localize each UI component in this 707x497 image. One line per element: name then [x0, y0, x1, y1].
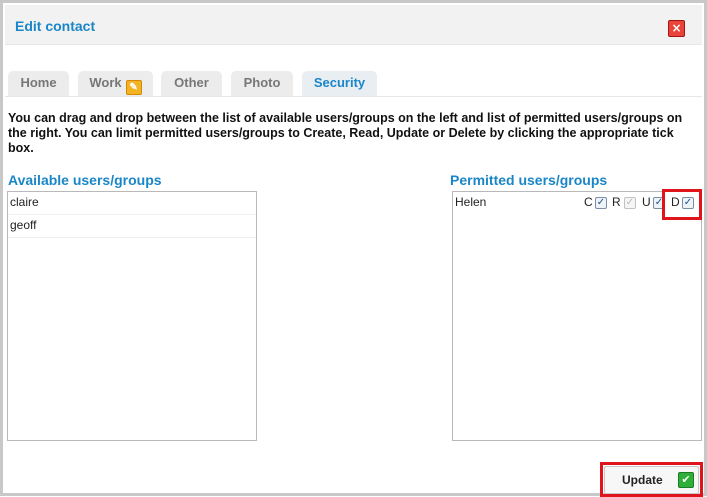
- update-button[interactable]: Update ✔: [604, 466, 699, 494]
- tab-work[interactable]: Work ✎: [78, 71, 153, 96]
- edit-icon: ✎: [125, 80, 142, 95]
- delete-highlight: [662, 189, 702, 220]
- tab-photo[interactable]: Photo: [231, 71, 293, 96]
- tab-other[interactable]: Other: [161, 71, 222, 96]
- dialog-titlebar: Edit contact ×: [5, 5, 702, 45]
- close-icon[interactable]: ×: [668, 20, 685, 37]
- update-perm-label: U: [642, 195, 651, 209]
- permitted-heading: Permitted users/groups: [450, 172, 608, 188]
- available-heading: Available users/groups: [8, 172, 162, 188]
- available-list[interactable]: claire geoff: [7, 191, 257, 441]
- permitted-list[interactable]: Helen C ✓ R ✓ U ✓ D ✓: [452, 191, 702, 441]
- tab-security-label: Security: [313, 75, 366, 90]
- dialog-title: Edit contact: [15, 18, 96, 34]
- read-checkbox: ✓: [624, 197, 636, 209]
- create-label: C: [584, 195, 593, 209]
- list-item[interactable]: claire: [8, 192, 256, 215]
- tab-security[interactable]: Security: [302, 71, 377, 96]
- permitted-user-name: Helen: [455, 195, 487, 209]
- update-button-label: Update: [622, 473, 663, 487]
- tab-other-label: Other: [174, 75, 209, 90]
- tab-photo-label: Photo: [243, 75, 281, 90]
- tab-work-label: Work: [89, 75, 122, 90]
- list-item[interactable]: geoff: [8, 215, 256, 238]
- tab-divider: [5, 96, 702, 97]
- checkmark-icon: ✔: [678, 472, 694, 488]
- create-checkbox[interactable]: ✓: [595, 197, 607, 209]
- security-instructions: You can drag and drop between the list o…: [8, 111, 683, 155]
- edit-contact-dialog: Edit contact × Home Work ✎ Other Photo Se…: [0, 0, 707, 497]
- tab-home-label: Home: [20, 75, 57, 90]
- tab-home[interactable]: Home: [8, 71, 69, 96]
- read-label: R: [612, 195, 621, 209]
